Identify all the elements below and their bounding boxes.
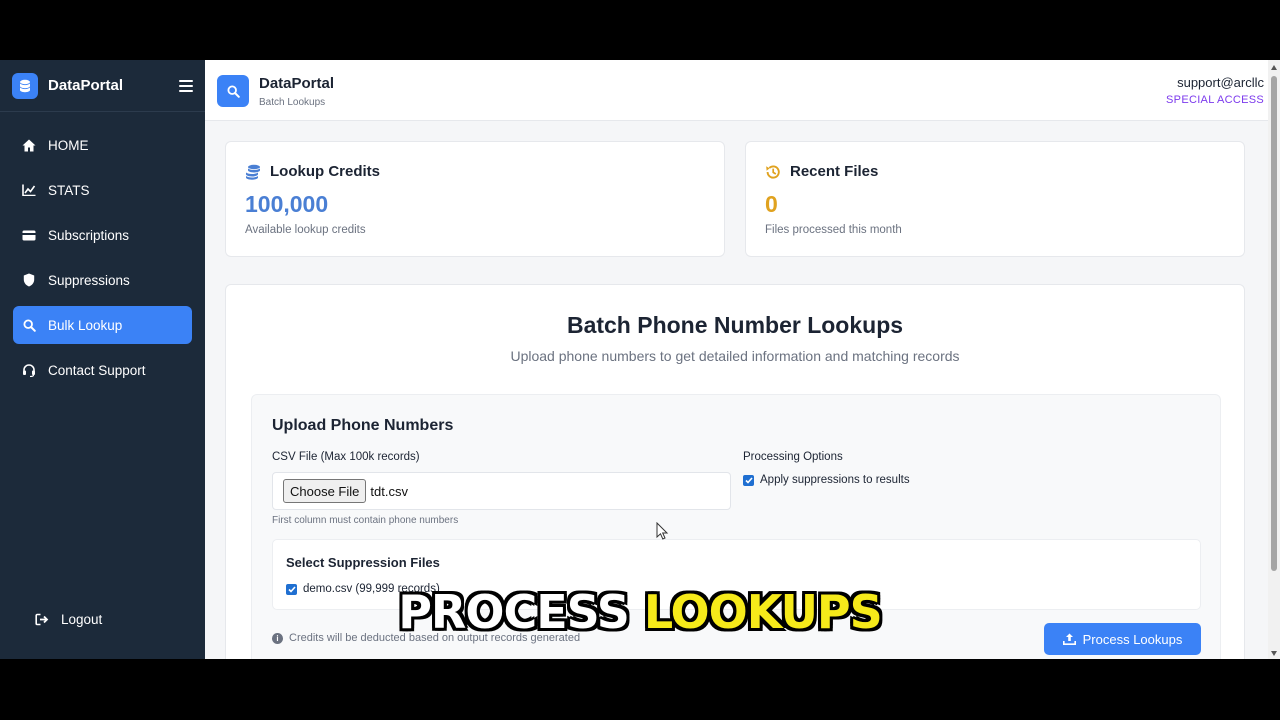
search-icon [22,318,36,332]
sidebar-item-subscriptions[interactable]: Subscriptions [13,216,192,254]
suppression-file-item[interactable]: demo.csv (99,999 records) [286,583,440,595]
scroll-down-icon[interactable] [1271,651,1277,656]
logout-label: Logout [61,611,103,627]
page-scrollbar[interactable] [1268,60,1280,659]
sidebar-header: DataPortal [0,60,205,112]
apply-suppressions-option[interactable]: Apply suppressions to results [743,474,910,486]
upload-icon [1062,633,1076,645]
suppression-files-title: Select Suppression Files [286,555,440,570]
credit-card-icon [22,228,36,242]
shield-icon [22,273,36,287]
recent-files-title: Recent Files [790,163,879,180]
upload-title: Upload Phone Numbers [272,417,454,434]
history-icon [765,164,781,180]
recent-files-desc: Files processed this month [765,224,902,236]
mouse-cursor-icon [656,522,669,540]
sidebar-item-label: STATS [48,182,90,198]
sidebar-item-label: HOME [48,137,89,153]
chart-line-icon [22,183,36,197]
main-title: Batch Phone Number Lookups [566,312,904,338]
user-role-badge: SPECIAL ACCESS [1166,94,1264,106]
sidebar-nav: HOME STATS Subscriptions Suppressions Bu… [0,112,205,389]
database-icon [12,72,38,99]
app-window: DataPortal HOME STATS Subscriptions Supp… [0,60,1280,659]
sidebar: DataPortal HOME STATS Subscriptions Supp… [0,60,205,659]
recent-files-card: Recent Files 0 Files processed this mont… [745,141,1245,257]
suppression-file-label: demo.csv (99,999 records) [303,583,440,595]
suppression-file-checkbox[interactable] [286,583,297,595]
selected-file-name: tdt.csv [370,483,408,499]
sidebar-item-label: Contact Support [48,362,146,378]
choose-file-button[interactable]: Choose File [283,479,367,503]
apply-suppressions-checkbox[interactable] [743,474,754,486]
batch-lookup-card: Batch Phone Number Lookups Upload phone … [225,284,1245,659]
user-email[interactable]: support@arcllc [1177,75,1264,90]
logout-button[interactable]: Logout [26,600,205,638]
credit-note: i Credits will be deducted based on outp… [272,632,580,644]
menu-toggle-icon[interactable] [179,79,193,92]
processing-options-label: Processing Options [743,451,843,463]
sidebar-item-label: Bulk Lookup [48,317,123,333]
sidebar-item-stats[interactable]: STATS [13,171,192,209]
process-lookups-label: Process Lookups [1082,631,1183,647]
coins-icon [245,164,261,180]
sidebar-item-contact-support[interactable]: Contact Support [13,351,192,389]
page-subtitle: Batch Lookups [259,97,326,108]
sidebar-item-home[interactable]: HOME [13,126,192,164]
csv-file-label: CSV File (Max 100k records) [272,451,420,463]
lookup-credits-value: 100,000 [245,191,329,217]
sidebar-item-label: Suppressions [48,272,130,288]
sidebar-app-name: DataPortal [48,77,124,94]
upload-section: Upload Phone Numbers CSV File (Max 100k … [251,394,1221,659]
credit-note-text: Credits will be deducted based on output… [289,632,581,644]
home-icon [22,138,36,152]
sidebar-item-bulk-lookup[interactable]: Bulk Lookup [13,306,192,344]
info-icon: i [272,632,283,644]
lookup-credits-title: Lookup Credits [270,163,381,180]
scroll-up-icon[interactable] [1271,65,1277,70]
process-lookups-button[interactable]: Process Lookups [1044,623,1201,655]
sign-out-icon [35,612,49,626]
suppression-files-panel: Select Suppression Files demo.csv (99,99… [272,539,1201,610]
csv-file-hint: First column must contain phone numbers [272,515,459,526]
scrollbar-thumb[interactable] [1271,76,1277,571]
apply-suppressions-label: Apply suppressions to results [760,474,910,486]
csv-file-input[interactable]: Choose File tdt.csv [272,472,731,510]
page-title: DataPortal [259,75,335,92]
top-header: DataPortal Batch Lookups support@arcllc … [205,60,1268,121]
headset-icon [22,363,36,377]
sidebar-item-label: Subscriptions [48,227,130,243]
search-icon [217,75,249,107]
lookup-credits-desc: Available lookup credits [245,224,366,236]
sidebar-item-suppressions[interactable]: Suppressions [13,261,192,299]
main-subtitle: Upload phone numbers to get detailed inf… [510,348,960,364]
lookup-credits-card: Lookup Credits 100,000 Available lookup … [225,141,725,257]
recent-files-value: 0 [765,191,778,217]
